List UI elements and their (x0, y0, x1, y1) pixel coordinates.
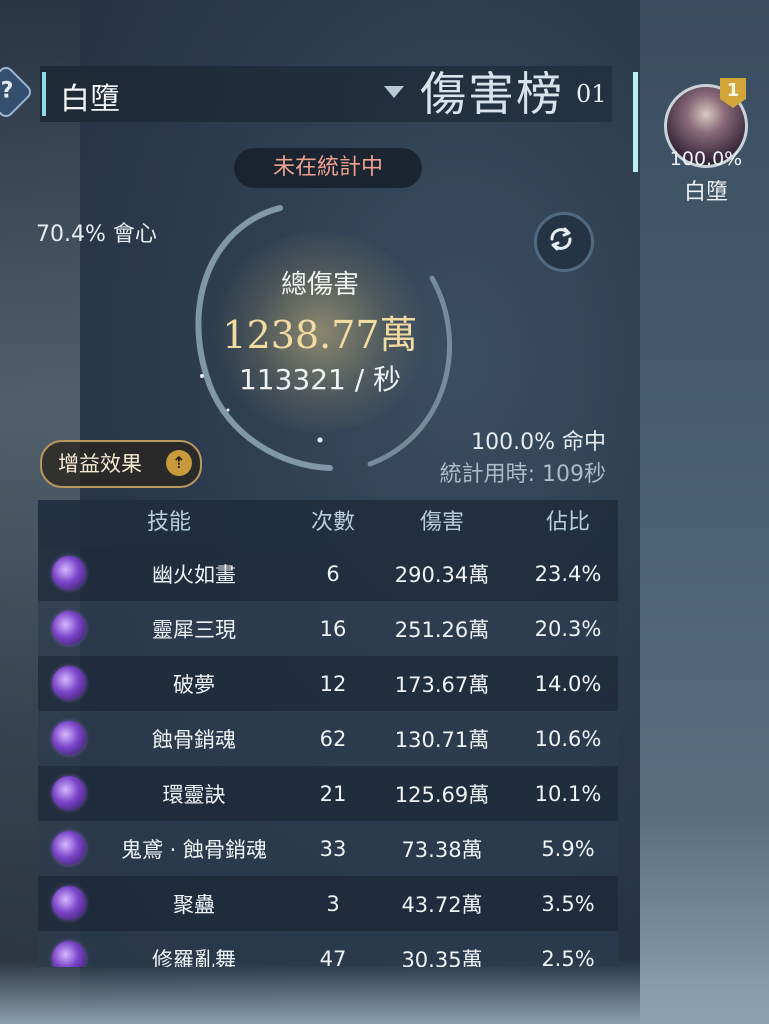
skill-icon (52, 721, 86, 755)
hit-count: 12 (319, 671, 347, 696)
damage-percent: 3.5% (541, 891, 595, 916)
column-header-percent: 佔比 (545, 510, 590, 535)
header-accent-bar (42, 72, 46, 116)
damage-value: 30.35萬 (401, 947, 483, 968)
damage-percent: 20.3% (534, 616, 602, 641)
damage-percent: 10.1% (534, 781, 602, 806)
hit-count: 6 (326, 561, 340, 586)
player-name: 白墮 (683, 180, 728, 205)
skill-damage-table: 技能 次數 傷害 佔比 幽火如畫 6 290.34萬 23.4% 靈犀三現 16… (38, 500, 618, 967)
background-scenery-bottom (0, 960, 769, 1024)
skill-name: 環靈訣 (162, 782, 226, 807)
damage-value: 43.72萬 (401, 892, 483, 917)
table-row: 環靈訣 21 125.69萬 10.1% (38, 766, 618, 821)
question-icon: ? (0, 78, 14, 104)
board-number: 01 (576, 80, 607, 108)
hit-rate-stat: 100.0% 命中 (471, 430, 606, 455)
board-title: 傷害榜 (420, 67, 564, 121)
damage-value: 130.71萬 (394, 727, 490, 752)
table-row: 修羅亂舞 47 30.35萬 2.5% (38, 931, 618, 967)
up-arrow-icon: ⇡ (166, 450, 192, 476)
chevron-down-icon[interactable] (384, 86, 404, 98)
skill-icon (52, 941, 86, 967)
hit-count: 62 (319, 726, 347, 751)
skill-name: 靈犀三現 (152, 617, 236, 642)
total-damage-label: 總傷害 (280, 270, 359, 300)
damage-percent: 23.4% (534, 561, 602, 586)
player-select-dropdown[interactable]: 白墮 (60, 74, 120, 118)
hit-count: 33 (319, 836, 347, 861)
table-row: 幽火如畫 6 290.34萬 23.4% (38, 546, 618, 601)
dps-value: 113321 / 秒 (238, 363, 402, 396)
duration-stat: 統計用時: 109秒 (439, 462, 606, 487)
hit-count: 21 (319, 781, 347, 806)
hit-count: 16 (319, 616, 347, 641)
damage-value: 73.38萬 (401, 837, 483, 862)
column-header-damage: 傷害 (419, 510, 464, 535)
skill-icon (52, 666, 86, 700)
table-row: 破夢 12 173.67萬 14.0% (38, 656, 618, 711)
skill-icon (52, 831, 86, 865)
damage-value: 290.34萬 (394, 562, 490, 587)
table-row: 聚蠱 3 43.72萬 3.5% (38, 876, 618, 931)
refresh-icon (550, 227, 572, 251)
damage-value: 125.69萬 (394, 782, 490, 807)
skill-icon (52, 886, 86, 920)
damage-percent: 10.6% (534, 726, 602, 751)
column-header-count: 次數 (310, 510, 355, 535)
damage-percent: 14.0% (534, 671, 602, 696)
damage-percent: 2.5% (541, 946, 595, 968)
table-row: 鬼鳶 · 蝕骨銷魂 33 73.38萬 5.9% (38, 821, 618, 876)
skill-name: 修羅亂舞 (152, 947, 236, 968)
table-row: 蝕骨銷魂 62 130.71萬 10.6% (38, 711, 618, 766)
table-header: 技能 次數 傷害 佔比 (38, 500, 618, 546)
ranking-player-card[interactable]: 1 100.0% 白墮 (660, 78, 752, 208)
table-row: 靈犀三現 16 251.26萬 20.3% (38, 601, 618, 656)
damage-percent: 5.9% (541, 836, 595, 861)
hit-count: 3 (326, 891, 340, 916)
buff-effects-button[interactable]: 增益效果 ⇡ (40, 440, 202, 488)
column-header-skill: 技能 (146, 510, 191, 535)
skill-name: 蝕骨銷魂 (152, 727, 236, 752)
skill-icon (52, 611, 86, 645)
refresh-button[interactable] (534, 212, 594, 272)
skill-name: 鬼鳶 · 蝕骨銷魂 (120, 837, 268, 862)
skill-icon (52, 776, 86, 810)
skill-name: 幽火如畫 (152, 562, 236, 587)
damage-value: 251.26萬 (394, 617, 490, 642)
damage-value: 173.67萬 (394, 672, 490, 697)
skill-icon (52, 556, 86, 590)
player-damage-percent: 100.0% (669, 148, 743, 170)
skill-name: 破夢 (173, 672, 215, 697)
recording-status-badge: 未在統計中 (234, 148, 422, 188)
total-damage-value: 1238.77萬 (222, 313, 418, 357)
buff-effects-label: 增益效果 (58, 452, 142, 476)
scrollbar[interactable] (633, 72, 638, 172)
crit-rate-stat: 70.4% 會心 (36, 222, 157, 247)
skill-name: 聚蠱 (173, 892, 215, 917)
hit-count: 47 (319, 946, 347, 968)
